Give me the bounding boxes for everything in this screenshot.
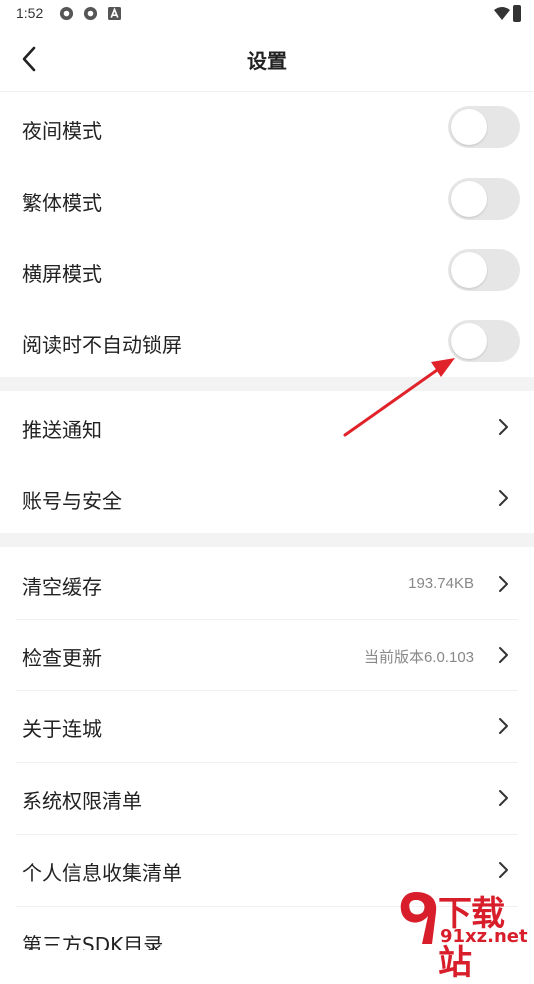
setting-row-keep-screen-on[interactable]: 阅读时不自动锁屏	[0, 306, 534, 377]
setting-label: 清空缓存	[22, 575, 102, 599]
app-notification-icon	[59, 6, 74, 21]
page-title: 设置	[247, 49, 287, 73]
top-bar: 设置	[0, 28, 534, 92]
keep-screen-on-toggle[interactable]	[448, 320, 520, 362]
setting-label: 第三方SDK目录	[22, 933, 164, 950]
setting-label: 账号与安全	[22, 489, 122, 513]
setting-label: 个人信息收集清单	[22, 861, 182, 885]
setting-row-account-security[interactable]: 账号与安全	[0, 462, 534, 533]
setting-row-about[interactable]: 关于连城	[0, 691, 534, 762]
setting-row-landscape-mode[interactable]: 横屏模式	[0, 235, 534, 306]
setting-row-traditional-mode[interactable]: 繁体模式	[0, 164, 534, 235]
setting-label: 检查更新	[22, 646, 102, 670]
setting-label: 阅读时不自动锁屏	[22, 333, 182, 357]
setting-row-system-permissions[interactable]: 系统权限清单	[0, 763, 534, 834]
section-separator	[0, 377, 534, 391]
watermark-logo	[400, 892, 437, 944]
status-time: 1:52	[16, 5, 44, 21]
watermark: 下载站 91xz.net	[394, 886, 534, 983]
setting-label: 系统权限清单	[22, 789, 142, 813]
setting-label: 横屏模式	[22, 262, 102, 286]
traditional-mode-toggle[interactable]	[448, 178, 520, 220]
setting-label: 推送通知	[22, 418, 102, 442]
setting-label: 关于连城	[22, 717, 102, 741]
app-notification-icon	[83, 6, 98, 21]
version-value: 当前版本6.0.103	[363, 649, 474, 666]
chevron-right-icon	[499, 576, 508, 592]
night-mode-toggle[interactable]	[448, 106, 520, 148]
chevron-right-icon	[499, 419, 508, 435]
setting-label: 夜间模式	[22, 119, 102, 143]
status-bar: 1:52	[0, 0, 534, 28]
section-separator	[0, 533, 534, 547]
chevron-right-icon	[499, 647, 508, 663]
setting-label: 繁体模式	[22, 191, 102, 215]
landscape-mode-toggle[interactable]	[448, 249, 520, 291]
setting-row-push-notifications[interactable]: 推送通知	[0, 391, 534, 462]
watermark-url: 91xz.net	[440, 926, 528, 947]
toggle-knob	[451, 109, 487, 145]
setting-row-check-update[interactable]: 检查更新 当前版本6.0.103	[0, 620, 534, 690]
chevron-right-icon	[499, 862, 508, 878]
chevron-right-icon	[499, 718, 508, 734]
toggle-knob	[451, 323, 487, 359]
chevron-right-icon	[499, 790, 508, 806]
setting-row-night-mode[interactable]: 夜间模式	[0, 92, 534, 164]
battery-icon	[513, 5, 521, 22]
chevron-right-icon	[499, 490, 508, 506]
toggle-knob	[451, 252, 487, 288]
wifi-icon	[494, 7, 510, 20]
toggle-knob	[451, 181, 487, 217]
cache-size-value: 193.74KB	[408, 575, 474, 592]
a-notification-icon	[108, 7, 121, 20]
setting-row-clear-cache[interactable]: 清空缓存 193.74KB	[0, 547, 534, 619]
